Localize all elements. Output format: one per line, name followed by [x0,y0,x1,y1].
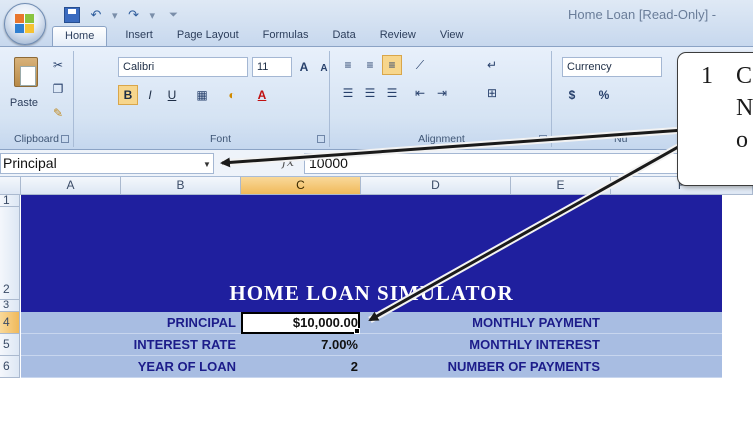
tab-data[interactable]: Data [320,26,367,46]
cell-b5-label[interactable]: INTEREST RATE [134,337,236,352]
sheet-row-interest-rate [21,334,722,356]
alignment-group-label: Alignment [418,133,465,145]
row-header-2[interactable]: 2 [0,207,20,300]
redo-dropdown-icon[interactable]: ▾ [150,9,156,22]
cell-c5-value[interactable]: 7.00% [321,337,358,352]
sheet-row-principal [21,312,722,334]
ribbon-tabs: Home Insert Page Layout Formulas Data Re… [52,26,475,46]
font-color-icon[interactable]: A [252,85,272,105]
name-box[interactable]: Principal [0,153,214,174]
tab-home[interactable]: Home [52,26,108,46]
office-button[interactable] [4,3,46,45]
font-name-select[interactable]: Calibri [118,57,248,77]
undo-dropdown-icon[interactable]: ▾ [112,9,118,22]
clipboard-launcher-icon[interactable] [61,135,69,143]
save-icon[interactable] [64,7,80,23]
column-header-d[interactable]: D [361,177,511,195]
paste-button[interactable]: Paste [4,93,44,115]
decrease-indent-icon[interactable]: ⇤ [410,83,430,103]
window-title: Home Loan [Read-Only] - [568,7,717,22]
redo-icon[interactable]: ↷ [126,7,142,23]
alignment-launcher-icon[interactable] [539,135,547,143]
callout-line-2: N [736,95,753,121]
align-bottom-icon[interactable]: ≡ [382,55,402,75]
alignment-group: ≡ ≡ ≡ ⟋ ↵ ☰ ☰ ☰ ⇤ ⇥ ⊞ Alignment [332,51,552,147]
excel-window: ↶ ▾ ↷ ▾ ⏷ Home Loan [Read-Only] - Home I… [0,0,753,434]
align-center-icon[interactable]: ☰ [360,83,380,103]
callout-line-3: o [736,127,748,153]
sheet-title: HOME LOAN SIMULATOR [229,281,514,305]
tab-insert[interactable]: Insert [113,26,165,46]
fill-color-icon[interactable]: ◐ [222,85,242,105]
sheet-row-years [21,356,722,378]
number-format-select[interactable]: Currency [562,57,662,77]
align-middle-icon[interactable]: ≡ [360,55,380,75]
cell-c4-value[interactable]: $10,000.00 [293,315,358,330]
copy-icon[interactable]: ❐ [48,79,68,99]
insert-function-icon[interactable]: fx [282,155,294,170]
name-box-dropdown-icon[interactable]: ▼ [203,160,211,169]
underline-button[interactable]: U [162,85,182,105]
align-left-icon[interactable]: ☰ [338,83,358,103]
undo-icon[interactable]: ↶ [88,7,104,23]
merge-center-icon[interactable]: ⊞ [482,83,502,103]
cut-icon[interactable]: ✂ [48,55,68,75]
column-header-b[interactable]: B [121,177,241,195]
cell-d5-label[interactable]: MONTHLY INTEREST [469,337,600,352]
align-right-icon[interactable]: ☰ [382,83,402,103]
currency-button[interactable]: $ [562,85,582,105]
italic-button[interactable]: I [140,85,160,105]
shrink-font-icon[interactable]: A [314,59,334,79]
bold-button[interactable]: B [118,85,138,105]
cell-d6-label[interactable]: NUMBER OF PAYMENTS [448,359,600,374]
paste-icon[interactable] [14,57,38,87]
number-group: Currency $ % Nu [554,51,694,147]
percent-button[interactable]: % [594,85,614,105]
row-header-4[interactable]: 4 [0,312,20,334]
font-launcher-icon[interactable] [317,135,325,143]
ribbon: Paste ✂ ❐ ✎ Clipboard Calibri 11 A A B I… [0,46,753,150]
instruction-callout: 1 C N o [677,52,753,186]
row-header-5[interactable]: 5 [0,334,20,356]
increase-indent-icon[interactable]: ⇥ [432,83,452,103]
tab-view[interactable]: View [428,26,476,46]
clipboard-group: Paste ✂ ❐ ✎ Clipboard [0,51,74,147]
tab-page-layout[interactable]: Page Layout [165,26,251,46]
number-group-label: Nu [614,133,628,145]
wrap-text-icon[interactable]: ↵ [482,55,502,75]
orientation-icon[interactable]: ⟋ [410,55,430,75]
font-size-select[interactable]: 11 [252,57,292,77]
tab-formulas[interactable]: Formulas [251,26,321,46]
formula-bar: Principal ▼ fx 10000 [0,150,753,177]
column-header-c[interactable]: C [241,177,361,195]
font-group: Calibri 11 A A B I U ▦ ◐ A Font [112,51,330,147]
grow-font-icon[interactable]: A [294,57,314,77]
font-group-label: Font [209,133,231,145]
format-painter-icon[interactable]: ✎ [48,103,68,123]
office-logo-icon [15,14,35,34]
align-top-icon[interactable]: ≡ [338,55,358,75]
column-header-a[interactable]: A [21,177,121,195]
tab-review[interactable]: Review [368,26,428,46]
quick-access-toolbar: ↶ ▾ ↷ ▾ ⏷ [64,6,178,24]
column-header-e[interactable]: E [511,177,611,195]
title-bar: ↶ ▾ ↷ ▾ ⏷ Home Loan [Read-Only] - Home I… [0,0,753,46]
cell-c6-value[interactable]: 2 [351,359,358,374]
cell-d4-label[interactable]: MONTHLY PAYMENT [472,315,600,330]
borders-icon[interactable]: ▦ [192,85,212,105]
callout-step-number: 1 [701,63,713,89]
customize-toolbar-icon[interactable]: ⏷ [169,9,178,22]
row-header-6[interactable]: 6 [0,356,20,378]
callout-line-1: C [736,63,753,89]
cell-b6-label[interactable]: YEAR OF LOAN [138,359,236,374]
row-header-3[interactable]: 3 [0,300,20,312]
title-banner: HOME LOAN SIMULATOR [21,195,722,312]
row-header-1[interactable]: 1 [0,194,20,207]
cell-b4-label[interactable]: PRINCIPAL [167,315,236,330]
